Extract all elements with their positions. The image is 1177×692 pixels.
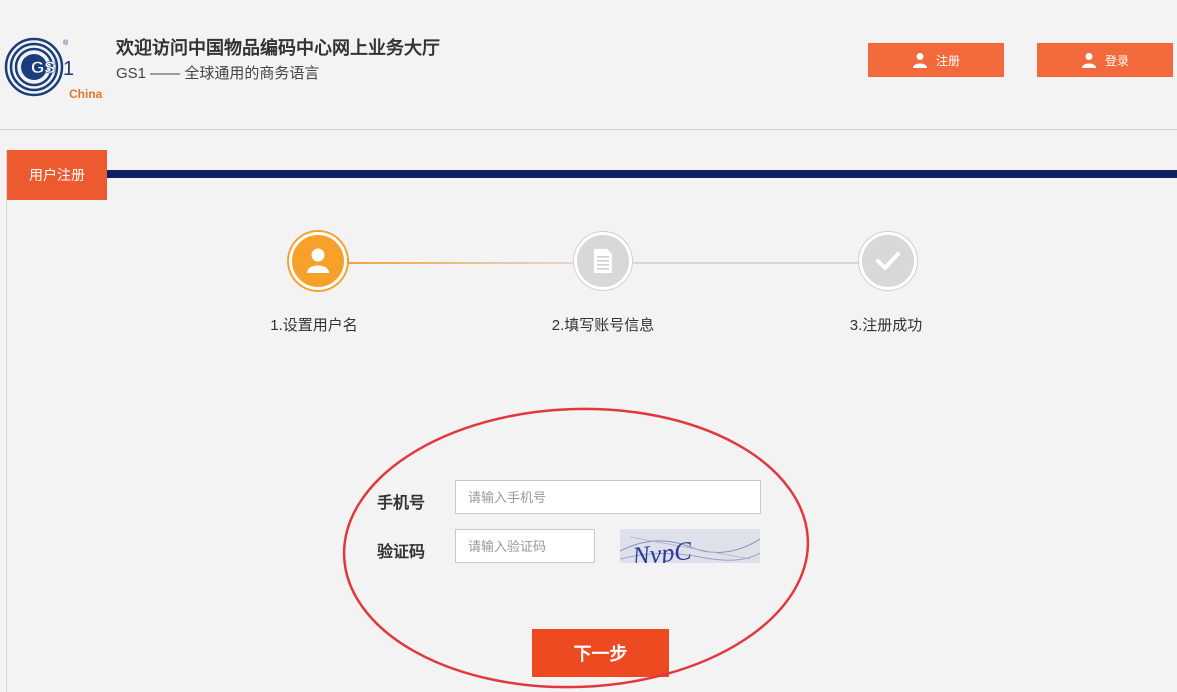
svg-text:GS: GS (31, 58, 56, 77)
login-button-label: 登录 (1104, 53, 1129, 68)
user-icon (912, 53, 927, 68)
captcha-code-label: 验证码 (377, 544, 426, 561)
panel-tab-user-registration: 用户注册 (7, 150, 107, 200)
svg-text:China: China (69, 87, 103, 101)
step-1-indicator (289, 232, 347, 290)
document-icon (594, 249, 612, 273)
step-2-label: 2.填写账号信息 (551, 317, 655, 334)
step-3-indicator (859, 232, 917, 290)
captcha-image[interactable]: NvpC (620, 529, 760, 563)
svg-text:1: 1 (63, 58, 74, 80)
registration-panel: 用户注册 (6, 150, 1177, 692)
site-slogan: GS1 —— 全球通用的商务语言 (116, 65, 320, 82)
site-header: GS 1 ® China 欢迎访问中国物品编码中心网上业务大厅 GS1 —— 全… (0, 0, 1177, 130)
phone-label: 手机号 (377, 495, 426, 512)
next-step-button[interactable]: 下一步 (532, 629, 669, 677)
phone-input[interactable] (455, 480, 761, 514)
step-2-indicator (574, 232, 632, 290)
register-button[interactable]: 注册 (868, 43, 1004, 77)
step-3-label: 3.注册成功 (849, 317, 923, 334)
step-1-label: 1.设置用户名 (270, 317, 358, 334)
step-connector-1 (348, 262, 573, 264)
gs1-china-logo[interactable]: GS 1 ® China (4, 35, 112, 103)
site-title: 欢迎访问中国物品编码中心网上业务大厅 (116, 38, 440, 58)
svg-text:®: ® (63, 39, 69, 47)
user-icon (307, 248, 329, 273)
panel-title-bar (107, 170, 1177, 178)
login-button[interactable]: 登录 (1037, 43, 1173, 77)
register-button-label: 注册 (935, 53, 960, 68)
step-connector-2 (633, 262, 859, 264)
captcha-code-input[interactable] (455, 529, 595, 563)
checkmark-icon (876, 252, 900, 270)
user-icon (1081, 53, 1096, 68)
